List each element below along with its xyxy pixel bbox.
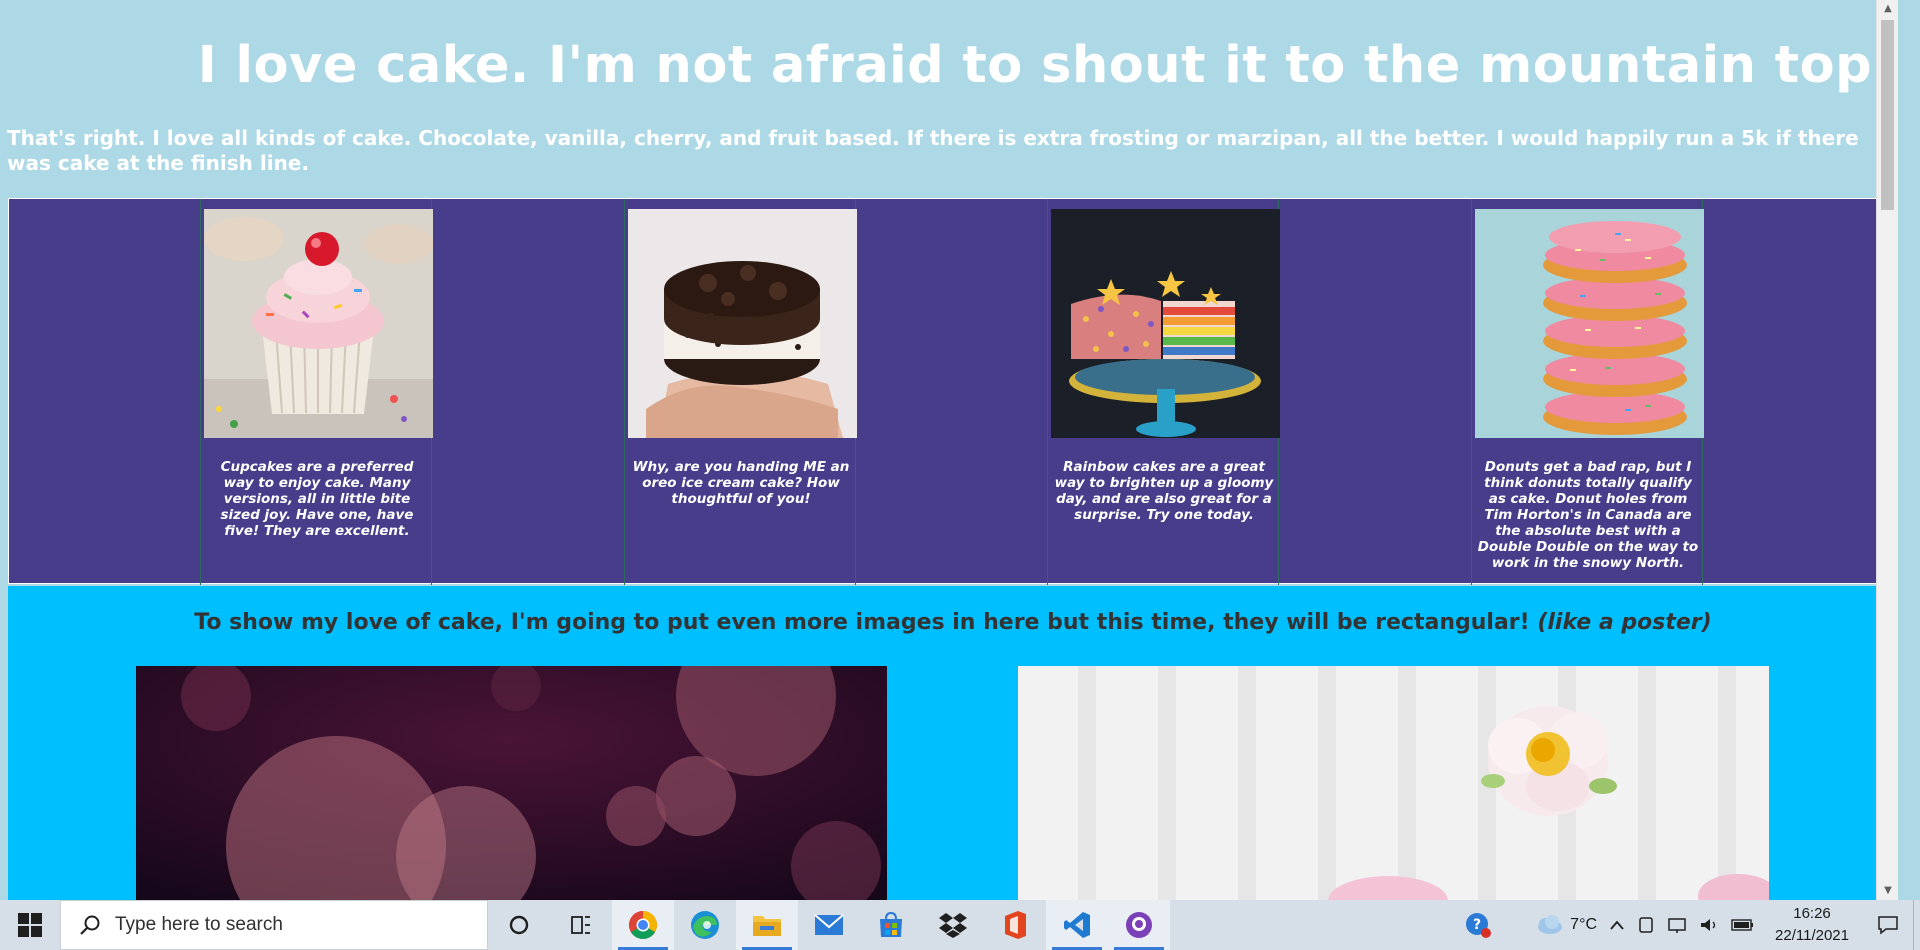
network-icon <box>1668 918 1686 933</box>
vscode-icon <box>1064 912 1090 938</box>
donuts-image[interactable] <box>1475 209 1704 438</box>
search-placeholder: Type here to search <box>115 914 283 935</box>
tray-weather[interactable]: 7°C <box>1528 900 1603 950</box>
file-explorer-icon <box>753 916 781 936</box>
page-title: I love cake. I'm not afraid to shout it … <box>197 36 1892 95</box>
task-view-button[interactable] <box>550 900 612 950</box>
tray-device[interactable] <box>1631 900 1661 950</box>
chrome-icon <box>629 911 657 939</box>
system-tray: ? 7°C 16:26 22/11/2021 <box>1458 900 1920 950</box>
poster-section: To show my love of cake, I'm going to pu… <box>8 586 1898 900</box>
taskbar-chrome[interactable] <box>612 900 674 950</box>
svg-text:?: ? <box>1473 917 1481 933</box>
poster-heading-italic: (like a poster) <box>1537 610 1712 635</box>
gallery-card-rainbow-cake: Rainbow cakes are a great way to brighte… <box>1047 199 1280 585</box>
notification-center-button[interactable] <box>1863 900 1913 950</box>
office-icon <box>1005 911 1026 939</box>
clock-date: 22/11/2021 <box>1775 927 1849 944</box>
oreo-cake-caption: Why, are you handing ME an oreo ice crea… <box>632 459 850 507</box>
scrollbar-thumb[interactable] <box>1881 20 1894 210</box>
search-icon <box>80 915 100 935</box>
tray-help[interactable]: ? <box>1458 900 1498 950</box>
taskbar-vscode[interactable] <box>1046 900 1108 950</box>
taskbar-search-input[interactable]: Type here to search <box>60 900 488 950</box>
rainbow-cake-caption: Rainbow cakes are a great way to brighte… <box>1054 459 1274 523</box>
help-notification-icon: ? <box>1466 913 1492 938</box>
gallery-card-oreo-cake: Why, are you handing ME an oreo ice crea… <box>624 199 857 585</box>
oreo-cake-image[interactable] <box>628 209 857 438</box>
start-button[interactable] <box>0 900 60 950</box>
chevron-up-icon <box>1610 920 1624 930</box>
tray-show-hidden[interactable] <box>1603 900 1631 950</box>
windows-logo-icon <box>18 913 42 937</box>
donuts-caption: Donuts get a bad rap, but I think donuts… <box>1477 459 1699 571</box>
github-desktop-icon <box>1126 912 1152 938</box>
gallery-card-donuts: Donuts get a bad rap, but I think donuts… <box>1471 199 1704 585</box>
taskbar-github-desktop[interactable] <box>1108 900 1170 950</box>
gallery-card-cupcake: Cupcakes are a preferred way to enjoy ca… <box>200 199 433 585</box>
taskbar-office[interactable] <box>984 900 1046 950</box>
square-image-gallery: Cupcakes are a preferred way to enjoy ca… <box>8 198 1890 585</box>
taskbar-mail[interactable] <box>798 900 860 950</box>
tray-volume[interactable] <box>1693 900 1725 950</box>
cupcake-caption: Cupcakes are a preferred way to enjoy ca… <box>220 459 414 539</box>
notification-icon <box>1878 916 1898 935</box>
poster-image-flower-cupcake[interactable] <box>1018 666 1769 900</box>
taskbar-edge[interactable] <box>674 900 736 950</box>
cloud-weather-icon <box>1538 915 1563 934</box>
cupcake-image[interactable] <box>204 209 433 438</box>
tray-battery[interactable] <box>1725 900 1761 950</box>
weather-temperature: 7°C <box>1570 916 1598 933</box>
web-page: I love cake. I'm not afraid to shout it … <box>0 0 1898 900</box>
taskbar-dropbox[interactable] <box>922 900 984 950</box>
taskbar-file-explorer[interactable] <box>736 900 798 950</box>
mail-icon <box>814 914 844 935</box>
store-icon <box>880 911 902 937</box>
show-desktop-button[interactable] <box>1913 900 1920 950</box>
battery-icon <box>1731 919 1754 931</box>
poster-heading-text: To show my love of cake, I'm going to pu… <box>194 610 1538 635</box>
intro-paragraph: That's right. I love all kinds of cake. … <box>7 126 1859 175</box>
poster-section-heading: To show my love of cake, I'm going to pu… <box>8 610 1898 635</box>
rainbow-cake-image[interactable] <box>1051 209 1280 438</box>
vertical-scrollbar[interactable]: ▲ ▼ <box>1876 0 1898 900</box>
clock-time: 16:26 <box>1793 905 1831 922</box>
task-view-icon <box>571 916 590 934</box>
windows-taskbar: Type here to search ? 7°C 16:26 22/11/20… <box>0 900 1920 950</box>
device-icon <box>1639 917 1653 933</box>
taskbar-store[interactable] <box>860 900 922 950</box>
dropbox-icon <box>939 913 967 938</box>
volume-icon <box>1701 919 1716 931</box>
taskbar-clock[interactable]: 16:26 22/11/2021 <box>1761 903 1863 947</box>
cortana-icon <box>509 915 529 935</box>
tray-network[interactable] <box>1661 900 1693 950</box>
cortana-button[interactable] <box>488 900 550 950</box>
scroll-down-arrow-icon[interactable]: ▼ <box>1877 882 1898 900</box>
scroll-up-arrow-icon[interactable]: ▲ <box>1877 0 1898 18</box>
edge-icon <box>691 911 719 939</box>
poster-image-bokeh[interactable] <box>136 666 887 900</box>
